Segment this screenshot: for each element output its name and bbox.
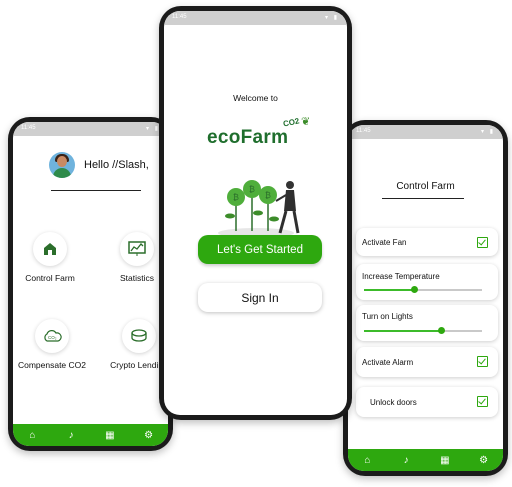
slider-fill (364, 330, 441, 332)
status-icons: ▾ ▮ (325, 15, 339, 21)
control-unlock-doors[interactable]: Unlock doors (356, 387, 498, 417)
tile-label: Control Farm (25, 273, 75, 283)
barn-icon (33, 232, 67, 266)
control-activate-fan[interactable]: Activate Fan (356, 228, 498, 256)
tile-compensate-co2[interactable]: CO₂ Compensate CO2 (16, 319, 88, 370)
brand-co2: CO2 (282, 116, 301, 129)
control-label: Turn on Lights (362, 312, 413, 321)
home-icon[interactable]: ⌂ (361, 455, 373, 466)
greeting: Hello //Slash, (49, 152, 149, 178)
slider-handle[interactable] (410, 286, 418, 293)
left-phone: 11:45 ▾ ▮ Hello //Slash, Control Farm St… (8, 117, 173, 451)
farmer-coins-illustration: ₿ ₿ ₿ (218, 180, 300, 238)
control-turn-on-lights[interactable]: Turn on Lights (356, 305, 498, 341)
svg-text:₿: ₿ (233, 193, 239, 202)
co2-cloud-icon: CO₂ (35, 319, 69, 353)
status-time: 11:45 (21, 125, 36, 131)
tile-label: Statistics (119, 273, 154, 283)
svg-text:₿: ₿ (249, 185, 255, 194)
bell-icon[interactable]: ♪ (400, 455, 412, 466)
avatar[interactable] (49, 152, 75, 178)
slider-handle[interactable] (437, 327, 445, 334)
tile-statistics[interactable]: Statistics (101, 232, 168, 283)
get-started-button[interactable]: Let's Get Started (198, 235, 322, 264)
checkbox-icon[interactable] (477, 396, 488, 407)
control-label: Increase Temperature (362, 272, 440, 281)
slider-fill (364, 289, 414, 291)
bottom-nav: ⌂ ♪ ▦ ⚙ (348, 449, 503, 471)
control-label: Unlock doors (370, 398, 417, 407)
checkbox-icon[interactable] (477, 237, 488, 248)
control-increase-temperature[interactable]: Increase Temperature (356, 264, 498, 300)
control-label: Activate Fan (362, 238, 407, 247)
left-screen: 11:45 ▾ ▮ Hello //Slash, Control Farm St… (13, 122, 168, 446)
status-time: 11:45 (356, 128, 371, 134)
bottom-nav: ⌂ ♪ ▦ ⚙ (13, 424, 168, 446)
checkbox-icon[interactable] (477, 356, 488, 367)
svg-text:₿: ₿ (265, 191, 271, 200)
bell-icon[interactable]: ♪ (65, 430, 77, 441)
chart-board-icon (120, 232, 154, 266)
gear-icon[interactable]: ⚙ (143, 430, 155, 441)
brand-name: ecoFarm (207, 127, 289, 148)
control-activate-alarm[interactable]: Activate Alarm (356, 347, 498, 377)
greeting-text: Hello //Slash, (84, 159, 149, 171)
right-phone: 11:45 ▾ ▮ Control Farm Activate Fan Incr… (343, 120, 508, 476)
tile-control-farm[interactable]: Control Farm (14, 232, 86, 283)
coins-icon (122, 319, 156, 353)
gear-icon[interactable]: ⚙ (478, 455, 490, 466)
control-label: Activate Alarm (362, 358, 414, 367)
calendar-icon[interactable]: ▦ (439, 455, 451, 466)
temperature-slider[interactable] (364, 286, 482, 293)
page-title: Control Farm (396, 181, 455, 192)
calendar-icon[interactable]: ▦ (104, 430, 116, 441)
svg-text:CO₂: CO₂ (48, 335, 57, 340)
status-bar: 11:45 ▾ ▮ (13, 122, 168, 136)
lights-slider[interactable] (364, 327, 482, 334)
status-bar: 11:45 ▾ ▮ (164, 11, 347, 25)
status-icons: ▾ ▮ (146, 126, 160, 132)
right-screen: 11:45 ▾ ▮ Control Farm Activate Fan Incr… (348, 125, 503, 471)
center-phone: 11:45 ▾ ▮ Welcome to ecoFarm CO2 ❦ ₿ ₿ ₿ (159, 6, 352, 420)
home-icon[interactable]: ⌂ (26, 430, 38, 441)
tile-label: Compensate CO2 (17, 360, 87, 370)
divider (51, 190, 141, 191)
status-time: 11:45 (172, 14, 187, 20)
status-bar: 11:45 ▾ ▮ (348, 125, 503, 139)
center-screen: 11:45 ▾ ▮ Welcome to ecoFarm CO2 ❦ ₿ ₿ ₿ (164, 11, 347, 415)
ecofarm-logo: ecoFarm CO2 ❦ (207, 115, 327, 155)
sign-in-button[interactable]: Sign In (198, 283, 322, 312)
divider (382, 198, 464, 199)
welcome-text: Welcome to (233, 93, 278, 103)
status-icons: ▾ ▮ (481, 129, 495, 135)
leaf-icon: ❦ (301, 116, 311, 128)
